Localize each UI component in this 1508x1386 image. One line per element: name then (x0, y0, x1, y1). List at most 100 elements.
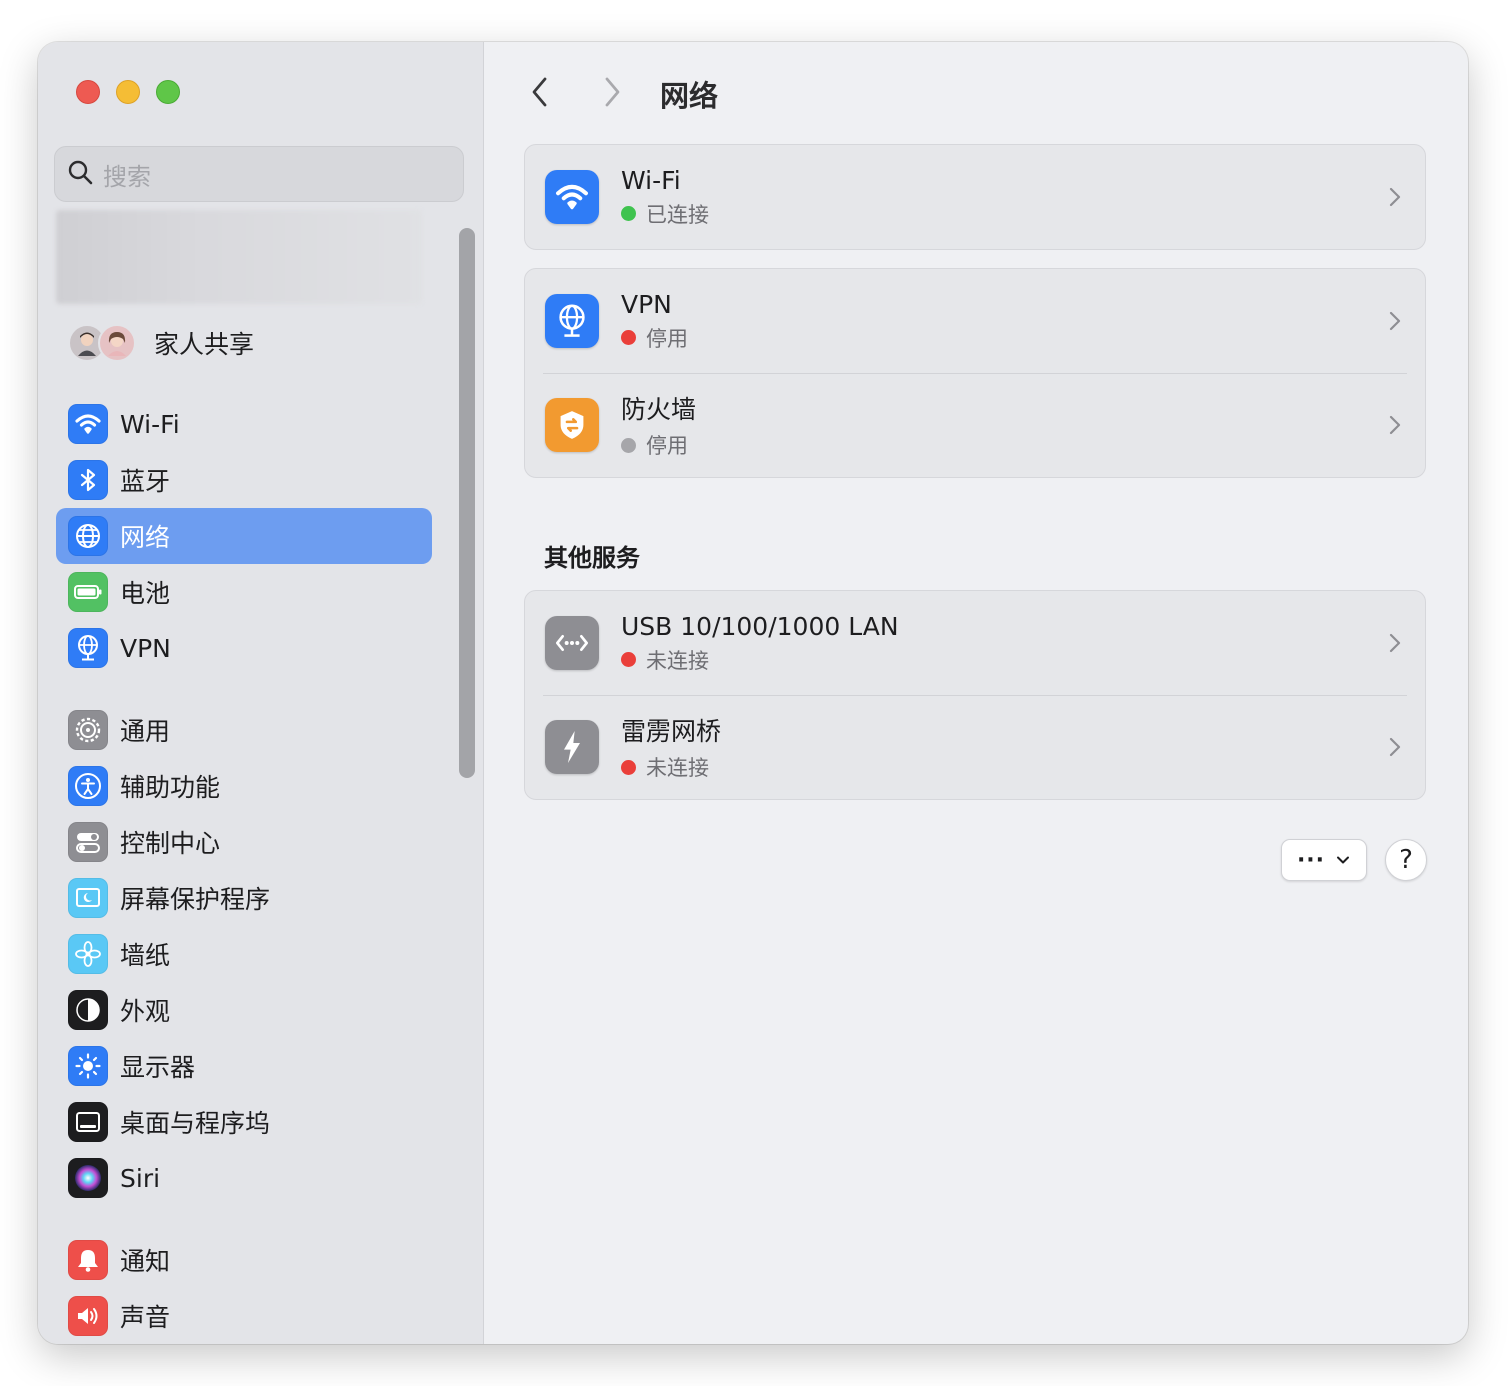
network-row-vpn[interactable]: VPN 停用 (525, 269, 1425, 373)
sidebar-item-desktop-dock[interactable]: 桌面与程序坞 (56, 1094, 432, 1150)
sidebar-item-label: 通用 (120, 717, 171, 746)
main-content: 网络 Wi-Fi 已连接 VPN 停用 防火墙 停用 其他服务 USB 10/1… (484, 42, 1468, 1344)
sidebar-item-label: 屏幕保护程序 (120, 885, 271, 914)
sidebar-item-label: VPN (120, 633, 171, 663)
status-text: 未连接 (646, 756, 709, 780)
search-field[interactable]: 搜索 (54, 146, 464, 202)
row-title: VPN (621, 289, 672, 319)
row-title: 雷雳网桥 (621, 717, 722, 746)
sidebar-item-displays[interactable]: 显示器 (56, 1038, 432, 1094)
sidebar-item-bluetooth[interactable]: 蓝牙 (56, 452, 432, 508)
sidebar-item-wifi[interactable]: Wi-Fi (56, 396, 432, 452)
family-sharing-label: 家人共享 (154, 330, 255, 359)
close-window-button[interactable] (76, 80, 100, 104)
firewall-shield-icon (545, 398, 599, 452)
sidebar-item-label: 电池 (120, 579, 171, 608)
screensaver-icon (68, 878, 108, 918)
sidebar-item-label: 辅助功能 (120, 773, 221, 802)
sidebar-item-label: 外观 (120, 997, 171, 1026)
row-title: 防火墙 (621, 395, 697, 424)
sidebar-item-sound[interactable]: 声音 (56, 1288, 432, 1344)
speaker-icon (68, 1296, 108, 1336)
search-icon (67, 159, 93, 189)
sun-icon (68, 1046, 108, 1086)
thunderbolt-icon (545, 720, 599, 774)
sidebar-item-label: 显示器 (120, 1053, 196, 1082)
more-actions-button[interactable]: ··· (1281, 839, 1367, 881)
status: 已连接 (621, 199, 709, 229)
system-settings-window: 搜索 家人共享 Wi-Fi 蓝牙 网络 电池 VPN 通用 辅助功能 控制中心 … (38, 42, 1468, 1344)
other-services-card: USB 10/100/1000 LAN 未连接 雷雳网桥 未连接 (524, 590, 1426, 800)
sidebar-item-label: 蓝牙 (120, 467, 171, 496)
status-text: 已连接 (646, 202, 709, 227)
chevron-right-icon (1389, 633, 1401, 653)
battery-icon (68, 572, 108, 612)
network-row-wifi[interactable]: Wi-Fi 已连接 (525, 145, 1425, 249)
sidebar-item-vpn[interactable]: VPN (56, 620, 432, 676)
chevron-right-icon (1389, 187, 1401, 207)
status-text: 停用 (646, 326, 688, 351)
status-text: 未连接 (646, 648, 709, 673)
sidebar-item-label: 通知 (120, 1247, 171, 1276)
chevron-right-icon (1389, 737, 1401, 757)
status-dot-green (621, 206, 636, 221)
chevron-right-icon (1389, 415, 1401, 435)
dock-icon (68, 1102, 108, 1142)
help-button[interactable]: ? (1385, 839, 1427, 881)
apple-account-card[interactable] (56, 210, 422, 304)
forward-button[interactable] (594, 74, 630, 110)
vpn-firewall-card: VPN 停用 防火墙 停用 (524, 268, 1426, 478)
siri-icon (68, 1158, 108, 1198)
sidebar-item-control-center[interactable]: 控制中心 (56, 814, 432, 870)
toggles-icon (68, 822, 108, 862)
bluetooth-icon (68, 460, 108, 500)
sidebar-item-accessibility[interactable]: 辅助功能 (56, 758, 432, 814)
wifi-icon (545, 170, 599, 224)
family-sharing-item[interactable]: 家人共享 (68, 320, 254, 366)
sidebar-item-label: 墙纸 (120, 941, 171, 970)
minimize-window-button[interactable] (116, 80, 140, 104)
network-row-usb-lan[interactable]: USB 10/100/1000 LAN 未连接 (525, 591, 1425, 695)
status-dot-gray (621, 437, 636, 453)
sidebar-item-label: 声音 (120, 1303, 171, 1332)
sidebar-item-network[interactable]: 网络 (56, 508, 432, 564)
row-title: Wi-Fi (621, 165, 681, 195)
status: 停用 (621, 430, 696, 460)
chevron-down-icon (1337, 856, 1350, 864)
sidebar-item-label: Wi-Fi (120, 409, 180, 439)
chevron-left-icon (532, 77, 547, 107)
network-row-thunderbolt-bridge[interactable]: 雷雳网桥 未连接 (525, 695, 1425, 799)
sidebar-scrollbar[interactable] (459, 228, 475, 778)
vpn-globe-icon (545, 294, 599, 348)
chevron-right-icon (1389, 311, 1401, 331)
status: 未连接 (621, 752, 721, 782)
sidebar-item-appearance[interactable]: 外观 (56, 982, 432, 1038)
sidebar-item-label: 网络 (120, 523, 171, 552)
appearance-icon (68, 990, 108, 1030)
sidebar-item-general[interactable]: 通用 (56, 702, 432, 758)
sidebar-item-screensaver[interactable]: 屏幕保护程序 (56, 870, 432, 926)
sidebar-item-siri[interactable]: Siri (56, 1150, 432, 1206)
flower-icon (68, 934, 108, 974)
sidebar: 搜索 家人共享 Wi-Fi 蓝牙 网络 电池 VPN 通用 辅助功能 控制中心 … (38, 42, 484, 1344)
page-title: 网络 (660, 79, 719, 113)
wifi-card: Wi-Fi 已连接 (524, 144, 1426, 250)
more-icon: ··· (1296, 847, 1326, 873)
sidebar-item-wallpaper[interactable]: 墙纸 (56, 926, 432, 982)
status: 未连接 (621, 645, 899, 675)
sidebar-item-notifications[interactable]: 通知 (56, 1232, 432, 1288)
row-title: USB 10/100/1000 LAN (621, 611, 899, 641)
back-button[interactable] (522, 74, 558, 110)
status-dot-red (621, 330, 636, 345)
status-text: 停用 (646, 434, 688, 458)
avatar (98, 324, 136, 362)
status-dot-red (621, 759, 636, 775)
network-row-firewall[interactable]: 防火墙 停用 (525, 373, 1425, 477)
zoom-window-button[interactable] (156, 80, 180, 104)
sidebar-item-label: Siri (120, 1163, 161, 1193)
gear-icon (68, 710, 108, 750)
search-placeholder: 搜索 (103, 162, 151, 191)
globe-icon (68, 516, 108, 556)
sidebar-item-battery[interactable]: 电池 (56, 564, 432, 620)
accessibility-icon (68, 766, 108, 806)
